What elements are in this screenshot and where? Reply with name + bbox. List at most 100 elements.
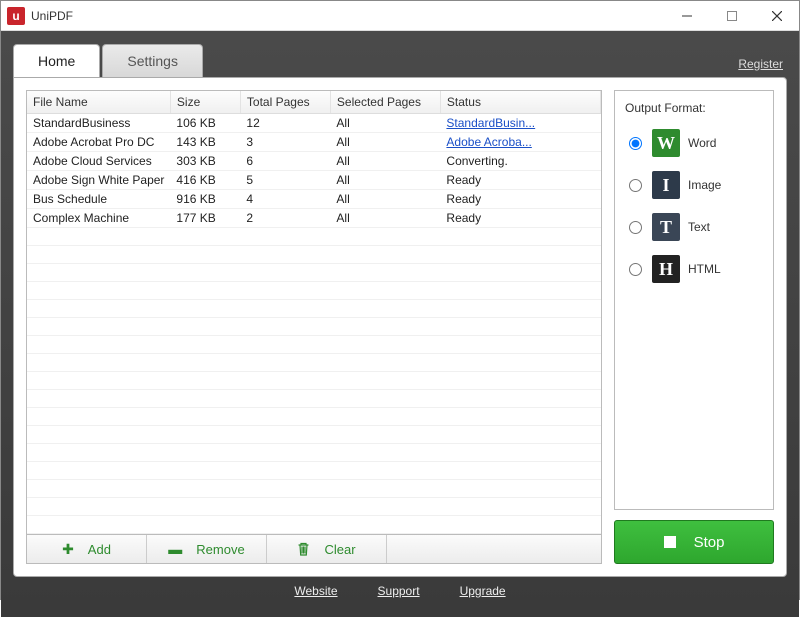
cell-size: 106 KB bbox=[170, 114, 240, 133]
empty-row bbox=[27, 462, 601, 480]
empty-row bbox=[27, 444, 601, 462]
cell-status: Converting. bbox=[440, 152, 600, 171]
cell-pages: 6 bbox=[240, 152, 330, 171]
footer: Website Support Upgrade bbox=[13, 577, 787, 605]
cell-size: 177 KB bbox=[170, 209, 240, 228]
html-label: HTML bbox=[688, 262, 721, 276]
cell-pages: 5 bbox=[240, 171, 330, 190]
clear-button[interactable]: Clear bbox=[267, 535, 387, 563]
cell-status[interactable]: Adobe Acroba... bbox=[440, 133, 600, 152]
empty-row bbox=[27, 336, 601, 354]
radio-text[interactable] bbox=[629, 221, 642, 234]
table-header-row: File Name Size Total Pages Selected Page… bbox=[27, 91, 601, 114]
remove-button[interactable]: ▬ Remove bbox=[147, 535, 267, 563]
empty-row bbox=[27, 354, 601, 372]
image-label: Image bbox=[688, 178, 721, 192]
empty-row bbox=[27, 516, 601, 534]
cell-size: 916 KB bbox=[170, 190, 240, 209]
empty-row bbox=[27, 408, 601, 426]
stop-label: Stop bbox=[694, 534, 725, 551]
status-link[interactable]: Adobe Acroba... bbox=[446, 135, 531, 149]
trash-icon bbox=[297, 542, 310, 556]
empty-row bbox=[27, 228, 601, 246]
add-button[interactable]: ✚ Add bbox=[27, 535, 147, 563]
format-option-image[interactable]: I Image bbox=[625, 171, 763, 199]
table-row[interactable]: Complex Machine177 KB2AllReady bbox=[27, 209, 601, 228]
table-row[interactable]: Adobe Acrobat Pro DC143 KB3AllAdobe Acro… bbox=[27, 133, 601, 152]
tab-row: Home Settings Register bbox=[13, 43, 787, 77]
cell-pages: 12 bbox=[240, 114, 330, 133]
html-icon: H bbox=[652, 255, 680, 283]
file-list-column: File Name Size Total Pages Selected Page… bbox=[26, 90, 602, 564]
col-filename[interactable]: File Name bbox=[27, 91, 170, 114]
col-size[interactable]: Size bbox=[170, 91, 240, 114]
toolbar-spacer bbox=[387, 535, 601, 563]
empty-row bbox=[27, 426, 601, 444]
image-icon: I bbox=[652, 171, 680, 199]
table-row[interactable]: Adobe Cloud Services303 KB6AllConverting… bbox=[27, 152, 601, 171]
table-row[interactable]: Bus Schedule916 KB4AllReady bbox=[27, 190, 601, 209]
output-column: Output Format: W Word I Image T Te bbox=[614, 90, 774, 564]
word-icon: W bbox=[652, 129, 680, 157]
minimize-button[interactable] bbox=[664, 1, 709, 30]
output-format-title: Output Format: bbox=[625, 101, 763, 115]
cell-name: Bus Schedule bbox=[27, 190, 170, 209]
website-link[interactable]: Website bbox=[294, 584, 337, 598]
cell-name: Complex Machine bbox=[27, 209, 170, 228]
text-label: Text bbox=[688, 220, 710, 234]
cell-selected: All bbox=[330, 133, 440, 152]
tab-home[interactable]: Home bbox=[13, 44, 100, 77]
empty-row bbox=[27, 264, 601, 282]
tab-settings[interactable]: Settings bbox=[102, 44, 203, 77]
table-body: StandardBusiness106 KB12AllStandardBusin… bbox=[27, 114, 601, 534]
format-option-html[interactable]: H HTML bbox=[625, 255, 763, 283]
cell-pages: 3 bbox=[240, 133, 330, 152]
empty-row bbox=[27, 372, 601, 390]
radio-image[interactable] bbox=[629, 179, 642, 192]
format-option-text[interactable]: T Text bbox=[625, 213, 763, 241]
register-link[interactable]: Register bbox=[734, 51, 787, 77]
cell-status[interactable]: StandardBusin... bbox=[440, 114, 600, 133]
empty-row bbox=[27, 282, 601, 300]
format-option-word[interactable]: W Word bbox=[625, 129, 763, 157]
minus-icon: ▬ bbox=[168, 541, 182, 557]
empty-row bbox=[27, 318, 601, 336]
cell-pages: 2 bbox=[240, 209, 330, 228]
empty-row bbox=[27, 246, 601, 264]
upgrade-link[interactable]: Upgrade bbox=[460, 584, 506, 598]
cell-size: 143 KB bbox=[170, 133, 240, 152]
cell-selected: All bbox=[330, 209, 440, 228]
support-link[interactable]: Support bbox=[378, 584, 420, 598]
col-selected-pages[interactable]: Selected Pages bbox=[330, 91, 440, 114]
content-panel: File Name Size Total Pages Selected Page… bbox=[13, 77, 787, 577]
status-link[interactable]: StandardBusin... bbox=[446, 116, 535, 130]
col-total-pages[interactable]: Total Pages bbox=[240, 91, 330, 114]
toolbar: ✚ Add ▬ Remove Clear bbox=[26, 535, 602, 564]
table-row[interactable]: StandardBusiness106 KB12AllStandardBusin… bbox=[27, 114, 601, 133]
radio-html[interactable] bbox=[629, 263, 642, 276]
cell-pages: 4 bbox=[240, 190, 330, 209]
text-icon: T bbox=[652, 213, 680, 241]
cell-status: Ready bbox=[440, 190, 600, 209]
app-icon: u bbox=[7, 7, 25, 25]
maximize-button[interactable] bbox=[709, 1, 754, 30]
cell-selected: All bbox=[330, 190, 440, 209]
word-label: Word bbox=[688, 136, 716, 150]
file-table: File Name Size Total Pages Selected Page… bbox=[27, 91, 601, 534]
stop-button[interactable]: Stop bbox=[614, 520, 774, 564]
table-row[interactable]: Adobe Sign White Paper416 KB5AllReady bbox=[27, 171, 601, 190]
add-label: Add bbox=[88, 542, 111, 557]
clear-label: Clear bbox=[324, 542, 355, 557]
close-button[interactable] bbox=[754, 1, 799, 30]
output-format-box: Output Format: W Word I Image T Te bbox=[614, 90, 774, 510]
empty-row bbox=[27, 498, 601, 516]
cell-status: Ready bbox=[440, 171, 600, 190]
cell-status: Ready bbox=[440, 209, 600, 228]
cell-size: 303 KB bbox=[170, 152, 240, 171]
cell-selected: All bbox=[330, 171, 440, 190]
cell-selected: All bbox=[330, 152, 440, 171]
radio-word[interactable] bbox=[629, 137, 642, 150]
window: u UniPDF Home Settings Register File Nam… bbox=[0, 0, 800, 600]
empty-row bbox=[27, 480, 601, 498]
col-status[interactable]: Status bbox=[440, 91, 600, 114]
